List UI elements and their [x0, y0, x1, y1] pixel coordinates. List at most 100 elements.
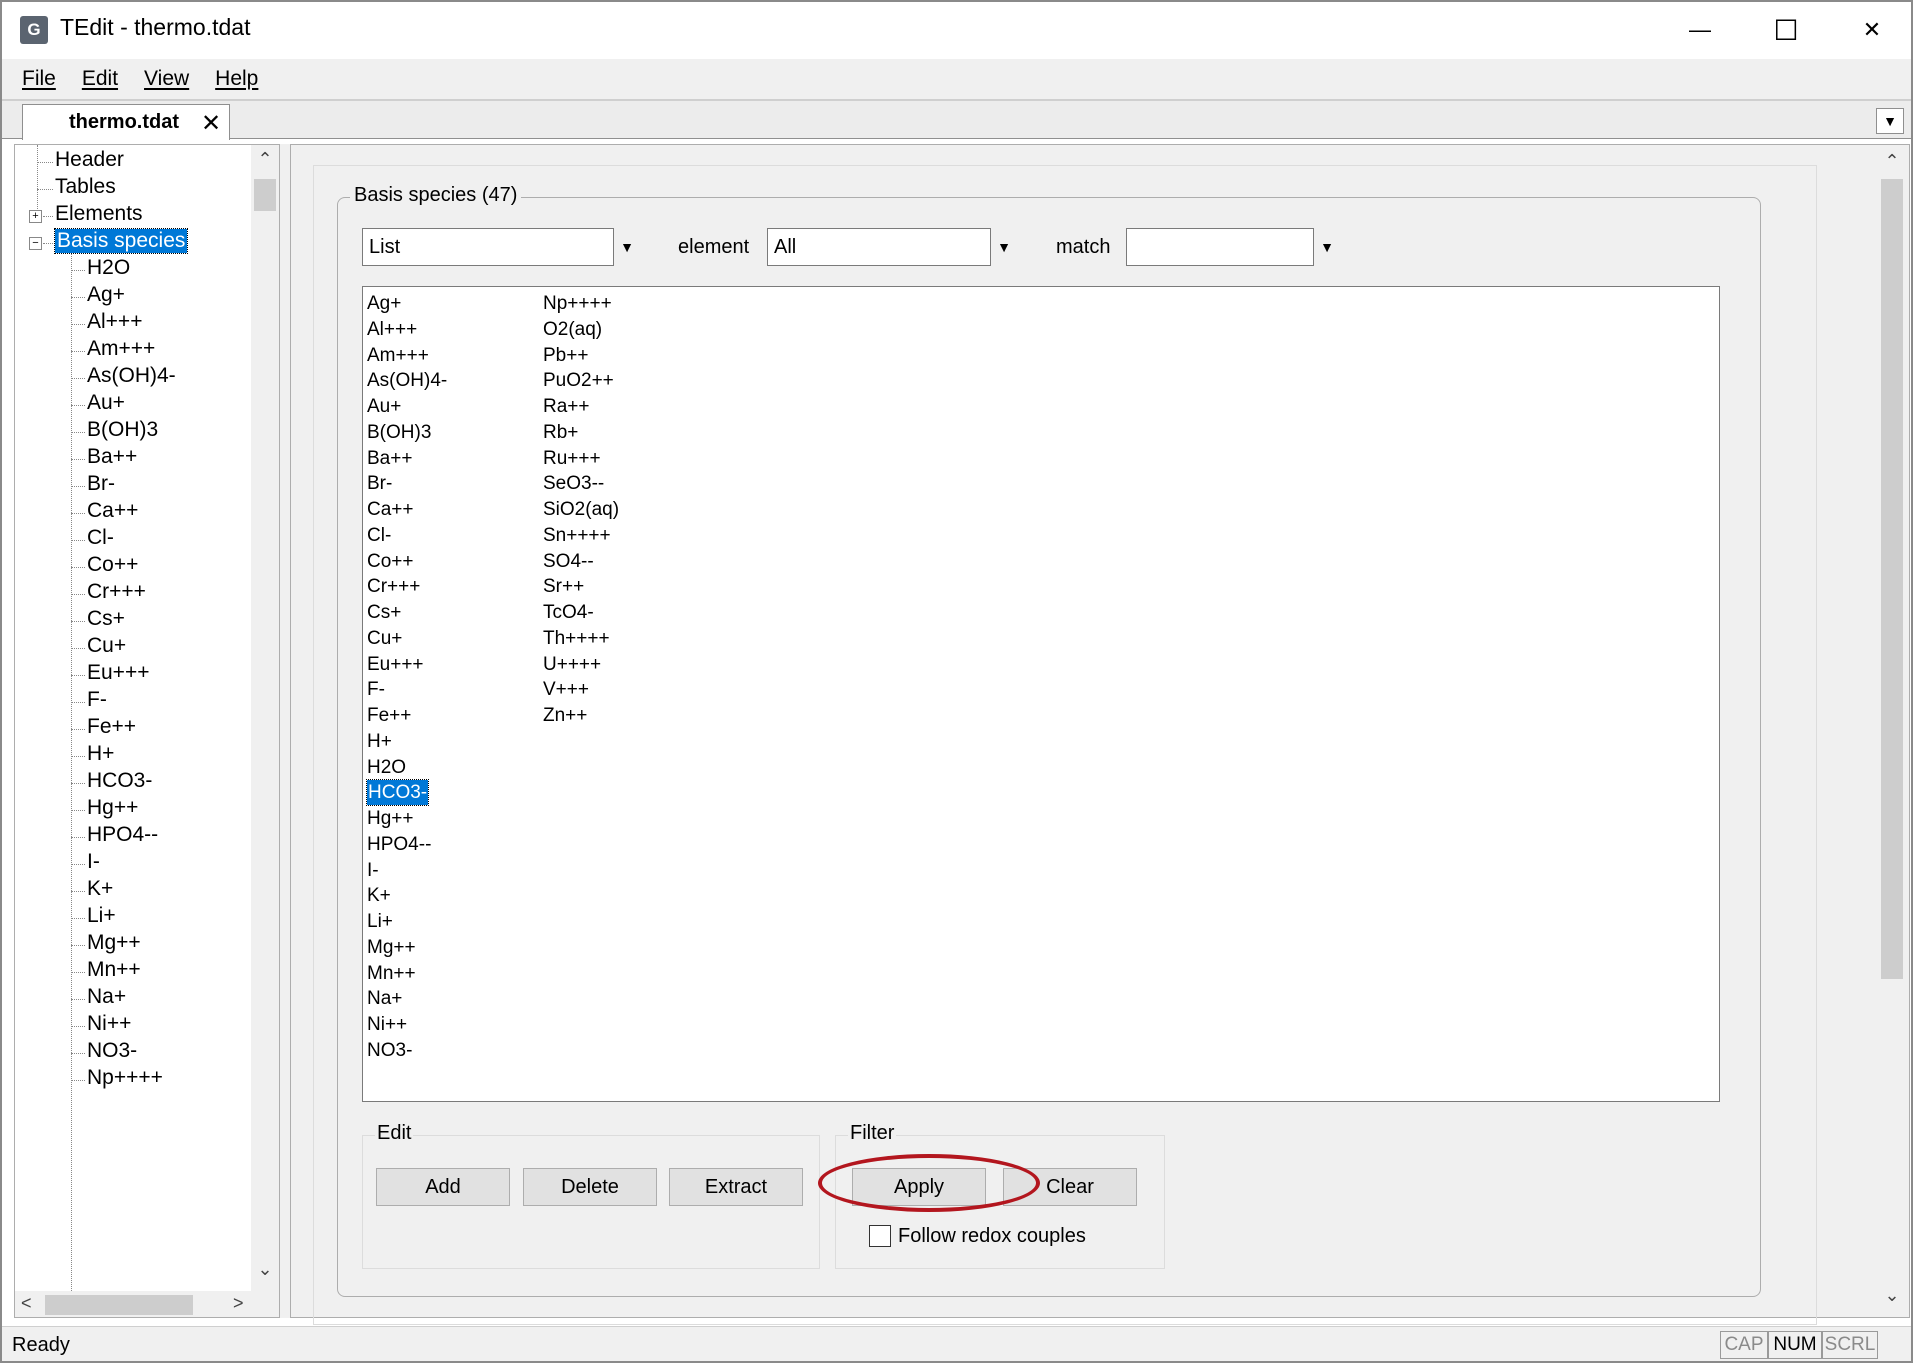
follow-redox-checkbox[interactable] [869, 1225, 891, 1247]
tab-close-icon[interactable]: ✕ [201, 109, 221, 138]
scroll-right-icon[interactable]: > [233, 1293, 244, 1314]
species-list-item[interactable]: As(OH)4- [367, 368, 447, 393]
species-list-item[interactable]: H+ [367, 729, 392, 754]
species-list-item[interactable]: Am+++ [367, 343, 429, 368]
species-list-item[interactable]: F- [367, 677, 385, 702]
species-list-item[interactable]: Ra++ [543, 394, 589, 419]
tree-item-label: Cs+ [87, 607, 125, 630]
species-list-item[interactable]: V+++ [543, 677, 589, 702]
species-list-item[interactable]: NO3- [367, 1038, 412, 1063]
species-list-item[interactable]: Mg++ [367, 935, 416, 960]
species-list-item[interactable]: Au+ [367, 394, 401, 419]
tree-item-label: HCO3- [87, 769, 153, 792]
scroll-left-icon[interactable]: < [21, 1293, 32, 1314]
tree-item-label: Co++ [87, 553, 139, 576]
menu-help[interactable]: Help [215, 67, 258, 91]
species-list-item[interactable]: Eu+++ [367, 652, 424, 677]
species-list-item[interactable]: SeO3-- [543, 471, 604, 496]
species-list-item[interactable]: HPO4-- [367, 832, 431, 857]
chevron-down-icon[interactable]: ▼ [993, 228, 1015, 266]
tree-connector [71, 1080, 85, 1081]
element-select[interactable]: All [767, 228, 991, 266]
species-list-item[interactable]: O2(aq) [543, 317, 602, 342]
species-list-item[interactable]: Mn++ [367, 961, 416, 986]
scroll-up-icon[interactable]: ⌃ [1875, 151, 1909, 172]
menu-view[interactable]: View [144, 67, 189, 91]
species-list-item[interactable]: Rb+ [543, 420, 578, 445]
scroll-down-icon[interactable]: ⌄ [1875, 1285, 1909, 1306]
tree-connector [71, 702, 85, 703]
close-button[interactable]: ✕ [1834, 2, 1910, 58]
scroll-thumb[interactable] [1881, 179, 1903, 979]
species-list-item[interactable]: Al+++ [367, 317, 417, 342]
species-list-item[interactable]: Li+ [367, 909, 393, 934]
main-vertical-scrollbar[interactable]: ⌃ ⌄ [1875, 145, 1909, 1317]
close-icon: ✕ [1862, 17, 1882, 42]
tab-list-dropdown[interactable]: ▼ [1876, 108, 1904, 134]
button-label: Extract [704, 1175, 768, 1198]
maximize-button[interactable]: ☐ [1748, 2, 1824, 58]
species-list-item[interactable]: Fe++ [367, 703, 411, 728]
species-list-item[interactable]: TcO4- [543, 600, 594, 625]
expand-icon[interactable]: + [29, 210, 42, 223]
tree-vertical-scrollbar[interactable]: ⌃ ⌄ [251, 145, 279, 1291]
follow-redox-label[interactable]: Follow redox couples [898, 1225, 1086, 1248]
species-list-item[interactable]: Ag+ [367, 291, 401, 316]
species-list-item[interactable]: Np++++ [543, 291, 612, 316]
species-list-item[interactable]: Cs+ [367, 600, 401, 625]
species-list-item[interactable]: Cu+ [367, 626, 402, 651]
species-list-item[interactable]: Sn++++ [543, 523, 611, 548]
scroll-lock-indicator: SCRL [1822, 1331, 1878, 1359]
species-list-item[interactable]: Pb++ [543, 343, 588, 368]
species-list-item[interactable]: B(OH)3 [367, 420, 431, 445]
collapse-icon[interactable]: − [29, 237, 42, 250]
species-list-item[interactable]: Ba++ [367, 446, 412, 471]
tree-connector [71, 999, 85, 1000]
menu-file[interactable]: File [22, 67, 56, 91]
species-list-item[interactable]: H2O [367, 755, 406, 780]
tree-connector [71, 945, 85, 946]
tree-connector [71, 1026, 85, 1027]
species-list-item[interactable]: HCO3- [365, 779, 430, 807]
species-list-item[interactable]: Ni++ [367, 1012, 407, 1037]
delete-button[interactable]: Delete [523, 1168, 657, 1206]
match-input[interactable] [1126, 228, 1314, 266]
species-list-item[interactable]: U++++ [543, 652, 601, 677]
tree-horizontal-scrollbar[interactable]: < > [15, 1291, 279, 1317]
species-list-item[interactable]: Co++ [367, 549, 413, 574]
species-list-item[interactable]: I- [367, 858, 379, 883]
tree-item-label: H+ [87, 742, 115, 765]
panel-splitter[interactable] [280, 144, 290, 1318]
species-list-item[interactable]: Cr+++ [367, 574, 420, 599]
species-list-item[interactable]: Sr++ [543, 574, 584, 599]
scroll-thumb[interactable] [254, 179, 276, 211]
species-list-item[interactable]: Na+ [367, 986, 402, 1011]
view-mode-select[interactable]: List [362, 228, 614, 266]
tree-item-species[interactable]: Np++++ [15, 1063, 251, 1096]
tab-thermo-tdat[interactable]: thermo.tdat ✕ [22, 104, 230, 140]
species-list-item[interactable]: Ru+++ [543, 446, 601, 471]
minimize-button[interactable]: — [1662, 2, 1738, 58]
scroll-up-icon[interactable]: ⌃ [251, 149, 279, 170]
scroll-down-icon[interactable]: ⌄ [251, 1259, 279, 1280]
add-button[interactable]: Add [376, 1168, 510, 1206]
chevron-down-icon[interactable]: ▼ [1316, 228, 1338, 266]
chevron-down-icon[interactable]: ▼ [616, 228, 638, 266]
species-list-item[interactable]: K+ [367, 883, 391, 908]
species-list-item[interactable]: Zn++ [543, 703, 587, 728]
species-list[interactable]: Ag+ Al+++ Am+++ As(OH)4- Au+ B(OH)3 Ba++ Br- Ca+… [362, 286, 1720, 1102]
tree-item-label: Cl- [87, 526, 114, 549]
species-list-item[interactable]: SiO2(aq) [543, 497, 619, 522]
species-list-item[interactable]: Cl- [367, 523, 391, 548]
scroll-thumb[interactable] [45, 1295, 193, 1315]
species-list-item[interactable]: Ca++ [367, 497, 413, 522]
species-list-item[interactable]: Th++++ [543, 626, 610, 651]
species-list-item[interactable]: PuO2++ [543, 368, 614, 393]
extract-button[interactable]: Extract [669, 1168, 803, 1206]
title-bar: G TEdit - thermo.tdat — ☐ ✕ [2, 2, 1911, 58]
species-list-item[interactable]: SO4-- [543, 549, 594, 574]
species-list-item[interactable]: Hg++ [367, 806, 413, 831]
menu-edit[interactable]: Edit [82, 67, 118, 91]
species-list-item[interactable]: Br- [367, 471, 392, 496]
tree-connector [71, 972, 85, 973]
